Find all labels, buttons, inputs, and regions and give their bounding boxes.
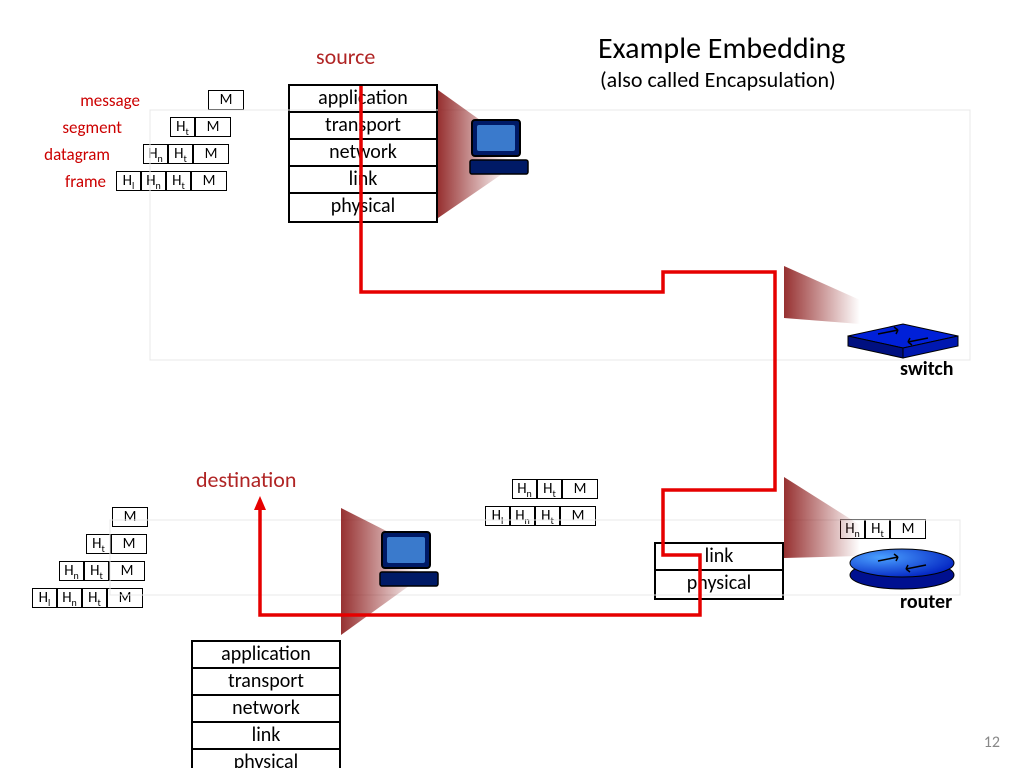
- hdr-M: M: [112, 507, 148, 527]
- computer-icon: [470, 120, 528, 174]
- hdr-Hl: Hl: [485, 506, 510, 526]
- hdr-Hn: Hn: [840, 519, 865, 539]
- router-right-datagram: HnHtM: [840, 519, 926, 539]
- hdr-M: M: [195, 117, 231, 137]
- page-title: Example Embedding: [598, 30, 845, 67]
- hdr-M: M: [191, 171, 227, 191]
- layer-transport: transport: [193, 669, 339, 696]
- switch-stack-shadow: [662, 258, 792, 316]
- hdr-M: M: [109, 561, 145, 581]
- router-icon: [850, 549, 954, 589]
- page-subtitle: (also called Encapsulation): [600, 66, 836, 93]
- page-number: 12: [984, 733, 1000, 752]
- hdr-Ht: Ht: [84, 561, 109, 581]
- src-row-datagram: HnHtM: [143, 144, 229, 164]
- layer-physical: physical: [290, 194, 436, 221]
- router-row-frame: HlHnHtM: [485, 506, 596, 526]
- layer-application: application: [193, 642, 339, 669]
- hdr-M: M: [890, 519, 926, 539]
- layer-application: application: [290, 86, 436, 113]
- switch-device-label: switch: [900, 357, 953, 381]
- hdr-Hn: Hn: [141, 171, 166, 191]
- layer-network: network: [193, 696, 339, 723]
- hdr-M: M: [560, 506, 596, 526]
- hdr-Hn: Hn: [59, 561, 84, 581]
- layer-network: network: [290, 140, 436, 167]
- source-stack: application transport network link physi…: [288, 84, 438, 223]
- hdr-M: M: [111, 534, 147, 554]
- dst-row-segment: HtM: [86, 534, 147, 554]
- src-row-frame: HlHnHtM: [116, 171, 227, 191]
- layer-link: link: [290, 167, 436, 194]
- encap-label-frame: frame: [36, 171, 106, 192]
- hdr-Hl: Hl: [32, 588, 57, 608]
- layer-link: link: [193, 723, 339, 750]
- hdr-Ht: Ht: [865, 519, 890, 539]
- hdr-M: M: [107, 588, 143, 608]
- hdr-Ht: Ht: [537, 479, 562, 499]
- hdr-Hn: Hn: [143, 144, 168, 164]
- switch-stack: link physical: [654, 542, 784, 600]
- layer-physical: physical: [656, 571, 782, 598]
- hdr-Ht: Ht: [86, 534, 111, 554]
- hdr-Ht: Ht: [166, 171, 191, 191]
- dst-row-datagram: HnHtM: [59, 561, 145, 581]
- destination-stack: application transport network link physi…: [191, 640, 341, 768]
- layer-link: link: [656, 544, 782, 571]
- hdr-Hn: Hn: [510, 506, 535, 526]
- hdr-M: M: [562, 479, 598, 499]
- destination-label: destination: [196, 466, 296, 493]
- hdr-Ht: Ht: [535, 506, 560, 526]
- source-label: source: [316, 43, 375, 70]
- src-row-segment: HtM: [170, 117, 231, 137]
- hdr-Hl: Hl: [116, 171, 141, 191]
- src-row-message: M: [208, 90, 244, 110]
- dst-row-message: M: [112, 507, 148, 527]
- encap-label-segment: segment: [42, 117, 122, 138]
- dst-row-frame: HlHnHtM: [32, 588, 143, 608]
- switch-icon: [848, 324, 958, 358]
- hdr-M: M: [193, 144, 229, 164]
- hdr-Hn: Hn: [512, 479, 537, 499]
- hdr-Ht: Ht: [170, 117, 195, 137]
- hdr-Hn: Hn: [57, 588, 82, 608]
- encap-label-datagram: datagram: [30, 144, 110, 165]
- dest-stack-shadow: [199, 495, 349, 635]
- encap-label-message: message: [60, 90, 140, 111]
- hdr-Ht: Ht: [82, 588, 107, 608]
- computer-icon: [380, 532, 438, 586]
- router-device-label: router: [900, 590, 952, 614]
- layer-transport: transport: [290, 113, 436, 140]
- diagram-svg: [0, 0, 1024, 768]
- hdr-Ht: Ht: [168, 144, 193, 164]
- hdr-M: M: [208, 90, 244, 110]
- layer-physical: physical: [193, 750, 339, 768]
- router-row-datagram: HnHtM: [512, 479, 598, 499]
